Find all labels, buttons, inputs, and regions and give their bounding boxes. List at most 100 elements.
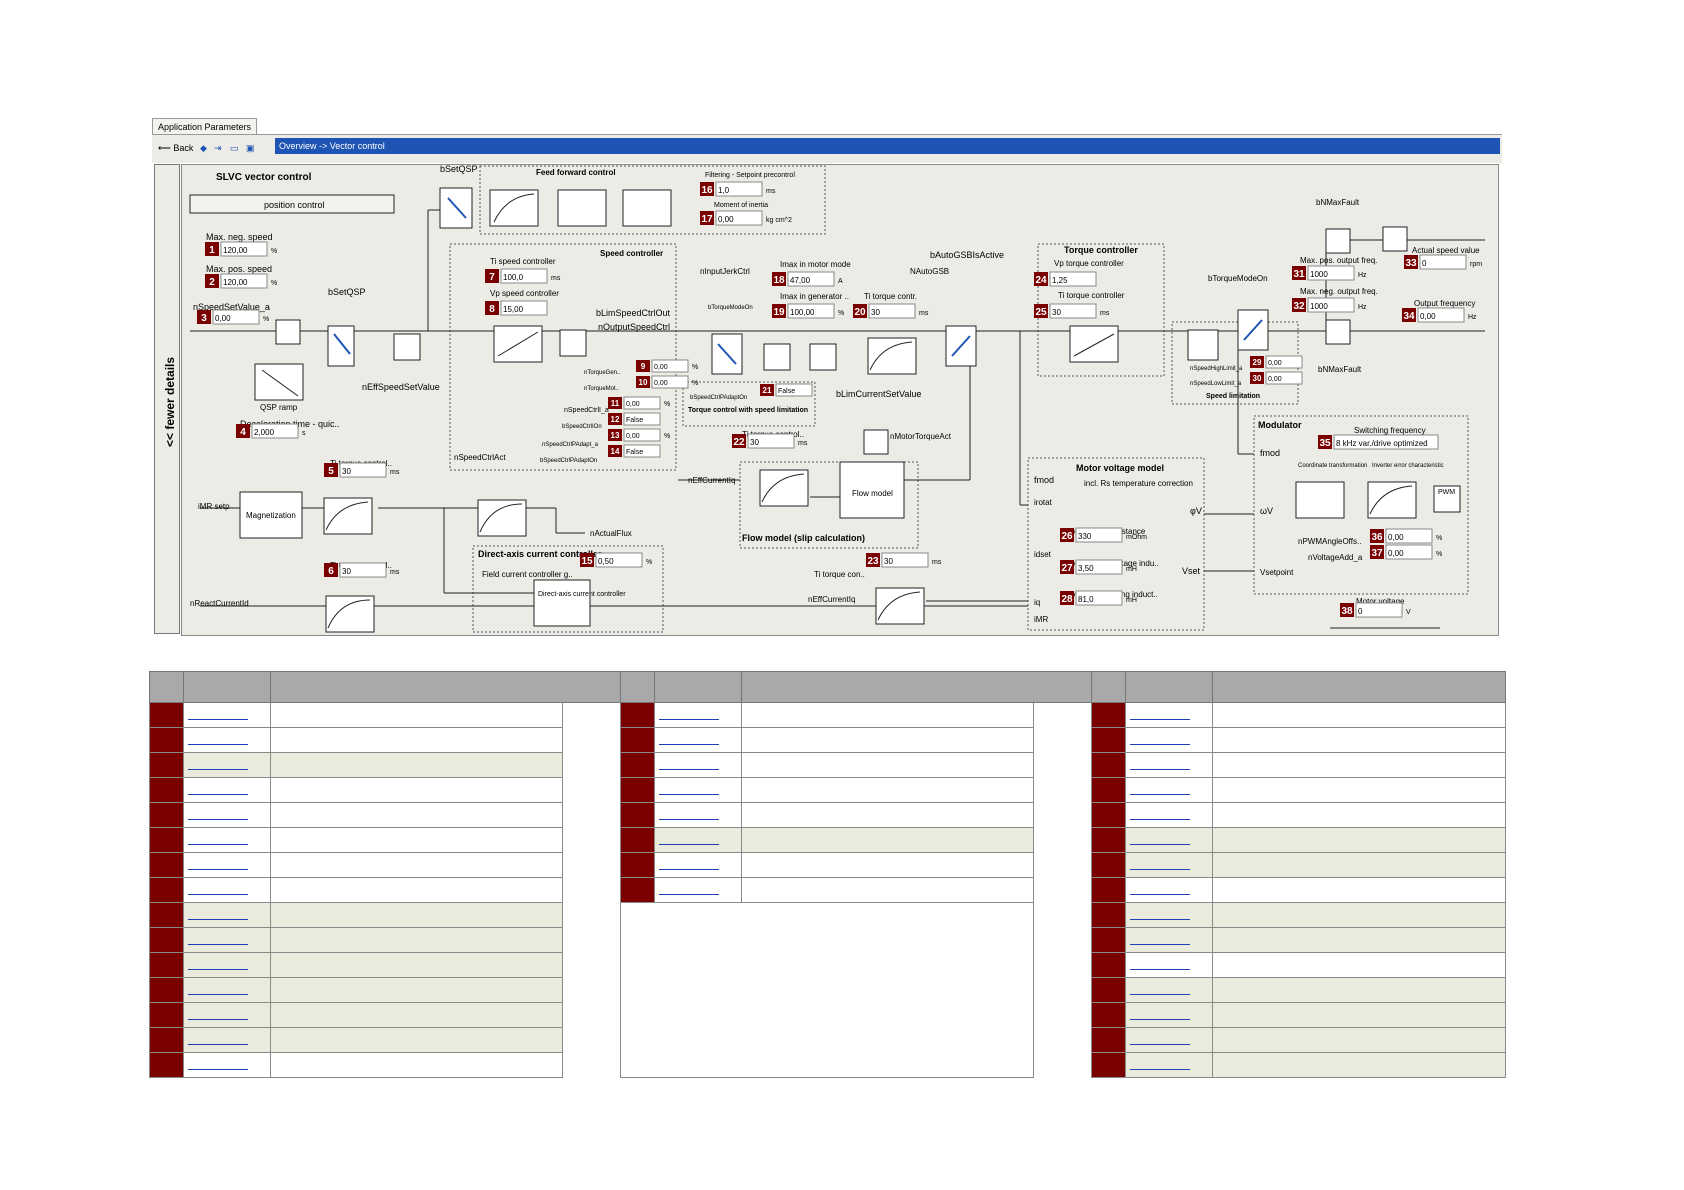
table-row — [149, 802, 1506, 828]
parameter-link[interactable] — [654, 827, 742, 853]
parameter-link[interactable] — [1125, 977, 1213, 1003]
parameter-link[interactable] — [1125, 927, 1213, 953]
parameter-description — [270, 1052, 563, 1078]
parameter-link[interactable] — [1125, 702, 1213, 728]
parameter-description — [1212, 952, 1506, 978]
param-value-10: 0,00 — [654, 380, 668, 387]
btorquemodeon-label: bTorqueModeOn — [708, 305, 753, 311]
parameter-link[interactable] — [183, 902, 271, 928]
param-value-19: 100,00 — [790, 308, 815, 317]
param-number-31: 31 — [1293, 269, 1305, 280]
parameter-description — [270, 1002, 563, 1028]
table-gap — [1033, 902, 1092, 928]
ninputjerkctrl-label: nInputJerkCtrl — [700, 267, 750, 276]
param-unit-28: mH — [1126, 597, 1137, 604]
param-number-24: 24 — [1035, 275, 1047, 286]
param-unit-9: % — [692, 364, 698, 371]
table-gap — [562, 927, 621, 953]
table-gap — [1033, 752, 1092, 778]
param-unit-37: % — [1436, 551, 1442, 558]
parameter-description — [270, 802, 563, 828]
parameter-link[interactable] — [1125, 952, 1213, 978]
empty-table-area — [620, 902, 1034, 1078]
parameter-link[interactable] — [1125, 752, 1213, 778]
parameter-link[interactable] — [183, 1027, 271, 1053]
table-gap — [1033, 977, 1092, 1003]
param-field-38[interactable] — [1355, 602, 1403, 618]
param-value-6: 30 — [342, 567, 351, 576]
table-gap — [562, 852, 621, 878]
position-control-label[interactable]: position control — [264, 200, 325, 210]
param-number-25: 25 — [1035, 307, 1047, 318]
parameter-link[interactable] — [183, 952, 271, 978]
row-number-badge — [149, 827, 184, 853]
parameter-link[interactable] — [183, 1002, 271, 1028]
parameter-description — [741, 877, 1034, 903]
omega-label: ωV — [1260, 506, 1273, 516]
table-gap — [562, 902, 621, 928]
row-number-badge — [149, 902, 184, 928]
param-value-26: 330 — [1078, 532, 1092, 541]
param-unit-3: % — [263, 316, 269, 323]
parameter-link[interactable] — [1125, 802, 1213, 828]
table-header-row — [149, 671, 1506, 703]
param-unit-13: % — [664, 433, 670, 440]
param-unit-10: % — [692, 380, 698, 387]
parameter-link[interactable] — [183, 877, 271, 903]
moment-inertia-label: Moment of inertia — [714, 202, 768, 209]
parameter-description — [1212, 827, 1506, 853]
parameter-link[interactable] — [654, 802, 742, 828]
parameter-link[interactable] — [654, 752, 742, 778]
parameter-link[interactable] — [1125, 777, 1213, 803]
parameter-link[interactable] — [183, 777, 271, 803]
param-number-3: 3 — [201, 313, 207, 324]
parameter-link[interactable] — [183, 727, 271, 753]
parameter-link[interactable] — [1125, 902, 1213, 928]
param-value-30: 0,00 — [1268, 376, 1282, 383]
parameter-description — [270, 952, 563, 978]
param-number-36: 36 — [1371, 532, 1383, 543]
nactualflux-label: nActualFlux — [590, 529, 632, 538]
param-number-34: 34 — [1403, 311, 1415, 322]
flow-model-slip-label: Flow model (slip calculation) — [742, 533, 865, 543]
table-gap — [562, 777, 621, 803]
param-number-27: 27 — [1061, 563, 1073, 574]
parameter-link[interactable] — [1125, 1002, 1213, 1028]
param-field-33[interactable] — [1419, 254, 1467, 270]
parameter-link[interactable] — [183, 827, 271, 853]
row-number-badge — [1091, 902, 1126, 928]
parameter-link[interactable] — [1125, 827, 1213, 853]
row-number-badge — [149, 952, 184, 978]
parameter-link[interactable] — [654, 852, 742, 878]
parameter-link[interactable] — [183, 977, 271, 1003]
parameter-link[interactable] — [654, 877, 742, 903]
row-number-badge — [1091, 1002, 1126, 1028]
vsetpoint-label: Vsetpoint — [1260, 568, 1294, 577]
param-value-25: 30 — [1052, 308, 1061, 317]
actual-speed-label: Actual speed value — [1412, 246, 1480, 255]
parameter-description — [270, 877, 563, 903]
parameter-link[interactable] — [1125, 877, 1213, 903]
parameter-link[interactable] — [183, 702, 271, 728]
parameter-link[interactable] — [183, 1052, 271, 1078]
nvoltageadd-label: nVoltageAdd_a — [1308, 553, 1363, 562]
imrsetp-label: iMR setp — [198, 502, 230, 511]
table-gap — [1033, 877, 1092, 903]
parameter-link[interactable] — [183, 752, 271, 778]
parameter-link[interactable] — [1125, 1052, 1213, 1078]
parameter-link[interactable] — [183, 852, 271, 878]
table-gap — [1033, 1052, 1092, 1078]
parameter-link[interactable] — [1125, 1027, 1213, 1053]
parameter-link[interactable] — [183, 927, 271, 953]
imr-label: iMR — [1034, 615, 1048, 624]
parameter-link[interactable] — [1125, 852, 1213, 878]
param-number-1: 1 — [209, 245, 215, 256]
parameter-link[interactable] — [654, 727, 742, 753]
field-current-label: Field current controller g.. — [482, 570, 573, 579]
param-number-37: 37 — [1371, 548, 1383, 559]
parameter-link[interactable] — [1125, 727, 1213, 753]
ti-torque-label: Ti torque controller — [1058, 291, 1125, 300]
parameter-link[interactable] — [654, 702, 742, 728]
parameter-link[interactable] — [654, 777, 742, 803]
parameter-link[interactable] — [183, 802, 271, 828]
